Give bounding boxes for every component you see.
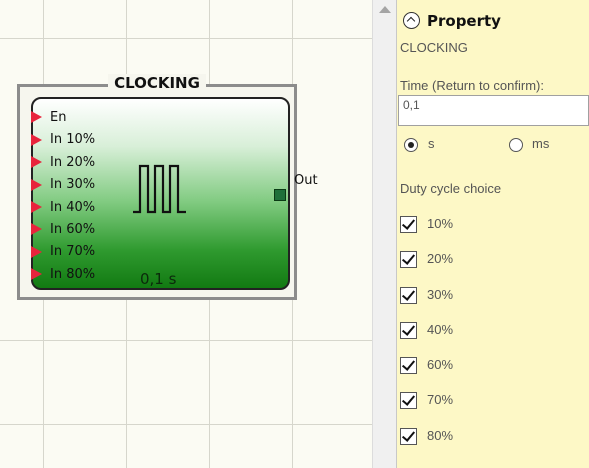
grid-line [0, 340, 372, 341]
unit-radio-s[interactable] [404, 138, 418, 152]
square-wave-icon [133, 164, 186, 214]
input-label: In 80% [50, 267, 96, 282]
grid-line [0, 424, 372, 425]
input-label: In 30% [50, 177, 96, 192]
input-label: In 40% [50, 200, 96, 215]
unit-radio-label: s [428, 136, 435, 151]
time-input[interactable]: 0,1 [398, 95, 589, 126]
duty-label-80: 80% [427, 428, 454, 443]
duty-label-70: 70% [427, 392, 454, 407]
input-label: In 10% [50, 132, 96, 147]
collapse-icon[interactable] [403, 12, 420, 29]
input-pin-20[interactable] [31, 156, 42, 168]
duty-checkbox-40[interactable] [400, 322, 417, 339]
vertical-scrollbar[interactable] [372, 0, 397, 468]
block-title: CLOCKING [17, 74, 297, 92]
duty-label-60: 60% [427, 357, 454, 372]
input-pin-40[interactable] [31, 201, 42, 213]
duty-checkbox-80[interactable] [400, 428, 417, 445]
scroll-up-icon[interactable] [379, 6, 391, 13]
time-label: Time (Return to confirm): [400, 78, 544, 93]
input-label: In 20% [50, 155, 96, 170]
unit-radio-ms[interactable] [509, 138, 523, 152]
input-pin-en[interactable] [31, 111, 42, 123]
duty-label-10: 10% [427, 216, 454, 231]
duty-label-20: 20% [427, 251, 454, 266]
input-pin-10[interactable] [31, 134, 42, 146]
unit-radio-label: ms [532, 136, 550, 151]
duty-label-30: 30% [427, 287, 454, 302]
time-display: 0,1 s [140, 270, 177, 288]
property-panel [396, 0, 589, 468]
duty-label: Duty cycle choice [400, 181, 502, 196]
duty-checkbox-60[interactable] [400, 357, 417, 374]
diagram-canvas[interactable]: CLOCKING En In 10% In 20% In 30% In 40% … [0, 0, 372, 468]
grid-line [0, 38, 372, 39]
input-label: In 60% [50, 222, 96, 237]
duty-label-40: 40% [427, 322, 454, 337]
duty-checkbox-70[interactable] [400, 392, 417, 409]
panel-subtitle: CLOCKING [400, 40, 468, 55]
input-pin-30[interactable] [31, 179, 42, 191]
output-pin[interactable] [274, 189, 286, 201]
duty-checkbox-30[interactable] [400, 287, 417, 304]
output-label: Out [294, 173, 318, 188]
duty-checkbox-10[interactable] [400, 216, 417, 233]
input-pin-80[interactable] [31, 268, 42, 280]
input-label: En [50, 110, 67, 125]
input-pin-60[interactable] [31, 223, 42, 235]
input-label: In 70% [50, 244, 96, 259]
duty-checkbox-20[interactable] [400, 251, 417, 268]
panel-title: Property [427, 12, 501, 30]
input-pin-70[interactable] [31, 246, 42, 258]
